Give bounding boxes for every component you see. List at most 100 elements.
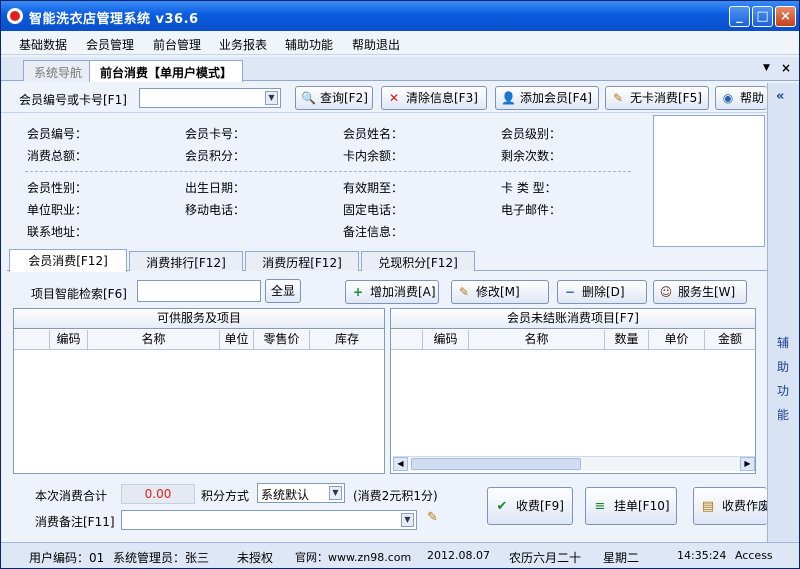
- status-user-code: 用户编码：01: [29, 551, 105, 565]
- void-charge-button[interactable]: ▤ 收费作废: [693, 487, 767, 525]
- col-code[interactable]: 编码: [50, 330, 88, 349]
- member-points-label: 会员积分：: [185, 149, 246, 163]
- charge-button-label: 收费[F9]: [516, 499, 564, 513]
- delete-button[interactable]: − 删除[D]: [557, 280, 647, 304]
- col-unit[interactable]: 单位: [220, 330, 254, 349]
- available-services-panel: 可供服务及项目 编码 名称 单位 零售价 库存: [13, 308, 385, 474]
- member-lookup-input[interactable]: ▼: [139, 88, 281, 108]
- chevron-down-icon[interactable]: ▼: [401, 513, 414, 527]
- col-name[interactable]: 名称: [88, 330, 220, 349]
- charge-button[interactable]: ✔ 收费[F9]: [487, 487, 573, 525]
- menu-member-management[interactable]: 会员管理: [86, 36, 134, 53]
- menu-auxiliary[interactable]: 辅助功能: [285, 36, 333, 53]
- available-services-title: 可供服务及项目: [14, 309, 384, 329]
- horizontal-scrollbar[interactable]: ◀ ▶: [393, 456, 755, 471]
- unpaid-items-panel: 会员未结账消费项目[F7] 编码 名称 数量 单价 金额 ◀ ▶: [390, 308, 756, 474]
- edit-remark-icon[interactable]: ✎: [427, 510, 438, 525]
- waiter-button[interactable]: ☺ 服务生[W]: [653, 280, 747, 304]
- tab-front-desk-consumption[interactable]: 前台消费【单用户模式】: [89, 60, 244, 82]
- gender-label: 会员性别：: [27, 181, 88, 195]
- window-title: 智能洗衣店管理系统 v36.6: [29, 12, 199, 27]
- menu-help-exit[interactable]: 帮助退出: [352, 36, 400, 53]
- no-card-consumption-button[interactable]: ✎ 无卡消费[F5]: [605, 86, 709, 110]
- member-photo: [653, 115, 765, 247]
- status-date: 2012.08.07: [427, 549, 490, 562]
- menu-basic-data[interactable]: 基础数据: [19, 36, 67, 53]
- chevron-down-icon[interactable]: ▼: [329, 486, 342, 500]
- status-lunar-date: 农历六月二十: [509, 551, 582, 565]
- col-name[interactable]: 名称: [469, 330, 605, 349]
- member-card-label: 会员卡号：: [185, 127, 246, 141]
- clear-info-button[interactable]: ✕ 清除信息[F3]: [381, 86, 487, 110]
- delete-button-label: 删除[D]: [582, 285, 625, 299]
- checkmark-icon: ✔: [496, 499, 508, 514]
- maximize-button[interactable]: □: [752, 6, 773, 27]
- show-all-button[interactable]: 全显: [265, 279, 301, 303]
- item-search-input[interactable]: [137, 280, 261, 302]
- modify-button[interactable]: ✎ 修改[M]: [451, 280, 549, 304]
- add-member-icon: 👤: [501, 91, 516, 105]
- add-consumption-button[interactable]: + 增加消费[A]: [345, 280, 439, 304]
- collapse-sidebar-icon[interactable]: «: [776, 89, 784, 104]
- waiter-icon: ☺: [659, 285, 673, 299]
- chevron-down-icon[interactable]: ▼: [265, 91, 278, 105]
- remark-input[interactable]: ▼: [121, 510, 417, 530]
- help-button-label: 帮助: [740, 91, 765, 105]
- sidebar-label: 辅助功能: [777, 336, 790, 422]
- hang-order-button-label: 挂单[F10]: [614, 499, 670, 513]
- col-quantity[interactable]: 数量: [605, 330, 649, 349]
- help-icon: ◉: [722, 91, 734, 105]
- remarks-label: 备注信息：: [343, 225, 404, 239]
- scroll-right-icon[interactable]: ▶: [740, 457, 755, 471]
- col-retail-price[interactable]: 零售价: [254, 330, 310, 349]
- tab-close-icon[interactable]: ×: [781, 61, 791, 75]
- info-divider: [25, 171, 631, 172]
- add-member-button[interactable]: 👤 添加会员[F4]: [495, 86, 599, 110]
- consumption-tabs: 会员消费[F12] 消费排行[F12] 消费历程[F12] 兑现积分[F12]: [7, 249, 767, 272]
- tab-redeem-points[interactable]: 兑现积分[F12]: [361, 251, 475, 271]
- col-code[interactable]: 编码: [423, 330, 469, 349]
- scrollbar-thumb[interactable]: [411, 458, 581, 470]
- tab-consumption-history[interactable]: 消费历程[F12]: [245, 251, 359, 271]
- checkout-area: 本次消费合计 0.00 积分方式 系统默认 ▼ (消费2元积1分) 消费备注[F…: [7, 479, 767, 539]
- waiter-button-label: 服务生[W]: [678, 285, 736, 299]
- col-amount[interactable]: 金额: [705, 330, 755, 349]
- col-unit-price[interactable]: 单价: [649, 330, 705, 349]
- scroll-left-icon[interactable]: ◀: [393, 457, 408, 471]
- minus-icon: −: [564, 285, 576, 299]
- tab-list-dropdown-icon[interactable]: ▼: [763, 63, 770, 73]
- remaining-times-label: 剩余次数：: [501, 149, 562, 163]
- auxiliary-sidebar[interactable]: « 辅助功能: [767, 83, 799, 542]
- row-indicator-header: [14, 330, 50, 349]
- status-weekday: 星期二: [603, 551, 640, 565]
- total-label: 本次消费合计: [35, 489, 108, 503]
- magnifier-icon: 🔍: [301, 91, 316, 105]
- points-method-label: 积分方式: [201, 489, 250, 503]
- status-website[interactable]: 官网：www.zn98.com: [295, 549, 411, 565]
- points-method-select[interactable]: 系统默认 ▼: [257, 483, 345, 503]
- col-stock[interactable]: 库存: [310, 330, 384, 349]
- menu-front-desk[interactable]: 前台管理: [153, 36, 201, 53]
- tab-system-navigation[interactable]: 系统导航: [23, 60, 94, 81]
- query-button[interactable]: 🔍 查询[F2]: [295, 86, 373, 110]
- status-license: 未授权: [237, 551, 274, 565]
- status-admin: 系统管理员：张三: [113, 551, 210, 565]
- minimize-button[interactable]: _: [729, 6, 750, 27]
- tab-consumption-ranking[interactable]: 消费排行[F12]: [129, 251, 243, 271]
- hang-order-button[interactable]: ≡ 挂单[F10]: [585, 487, 677, 525]
- valid-until-label: 有效期至：: [343, 181, 404, 195]
- close-button[interactable]: ×: [775, 6, 796, 27]
- member-lookup-label: 会员编号或卡号[F1]: [19, 93, 127, 107]
- menu-reports[interactable]: 业务报表: [219, 36, 267, 53]
- card-balance-label: 卡内余额：: [343, 149, 404, 163]
- red-x-icon: ✕: [388, 91, 400, 105]
- app-logo-icon: [7, 8, 23, 24]
- member-level-label: 会员级别：: [501, 127, 562, 141]
- void-icon: ▤: [701, 499, 715, 514]
- tab-member-consumption[interactable]: 会员消费[F12]: [9, 249, 127, 272]
- card-type-label: 卡 类 型：: [501, 181, 557, 195]
- help-button[interactable]: ◉ 帮助: [715, 86, 767, 110]
- landline-label: 固定电话：: [343, 203, 404, 217]
- clear-info-button-label: 清除信息[F3]: [406, 91, 478, 105]
- row-indicator-header: [391, 330, 423, 349]
